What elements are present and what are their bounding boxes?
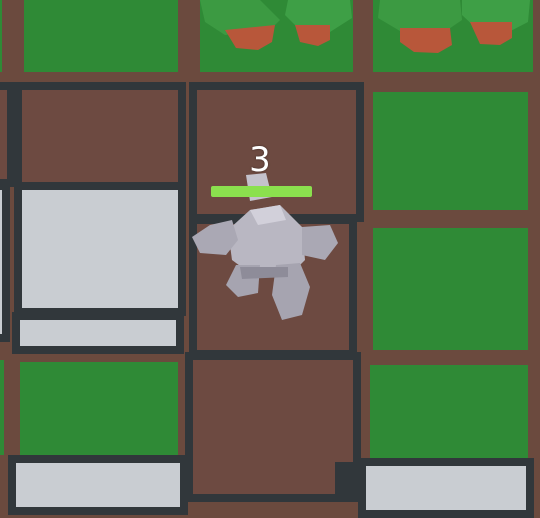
unit-health-fill [211,186,312,197]
grass-tile[interactable] [373,92,528,210]
unit-level-label: 3 [249,140,271,180]
dirt-tile[interactable] [14,82,186,192]
tree-icon [378,0,462,53]
grass-tile[interactable] [20,362,178,457]
tree-icon [462,0,530,45]
stone-tile[interactable] [8,455,188,515]
wall-post [335,462,360,502]
stone-tile[interactable] [14,182,186,316]
tree-icon [200,0,280,50]
wall-tile[interactable] [0,82,15,187]
stone-slab[interactable] [12,312,184,354]
game-board: 3 [0,0,540,518]
stone-tile[interactable] [358,458,534,518]
grass-tile[interactable] [370,365,528,460]
unit-health-bar [211,186,312,197]
tree-icon [285,0,352,46]
grass-tile[interactable] [373,228,528,350]
wall-tile[interactable] [0,182,10,342]
grass-tile[interactable] [0,360,4,455]
tree-row [200,0,530,53]
